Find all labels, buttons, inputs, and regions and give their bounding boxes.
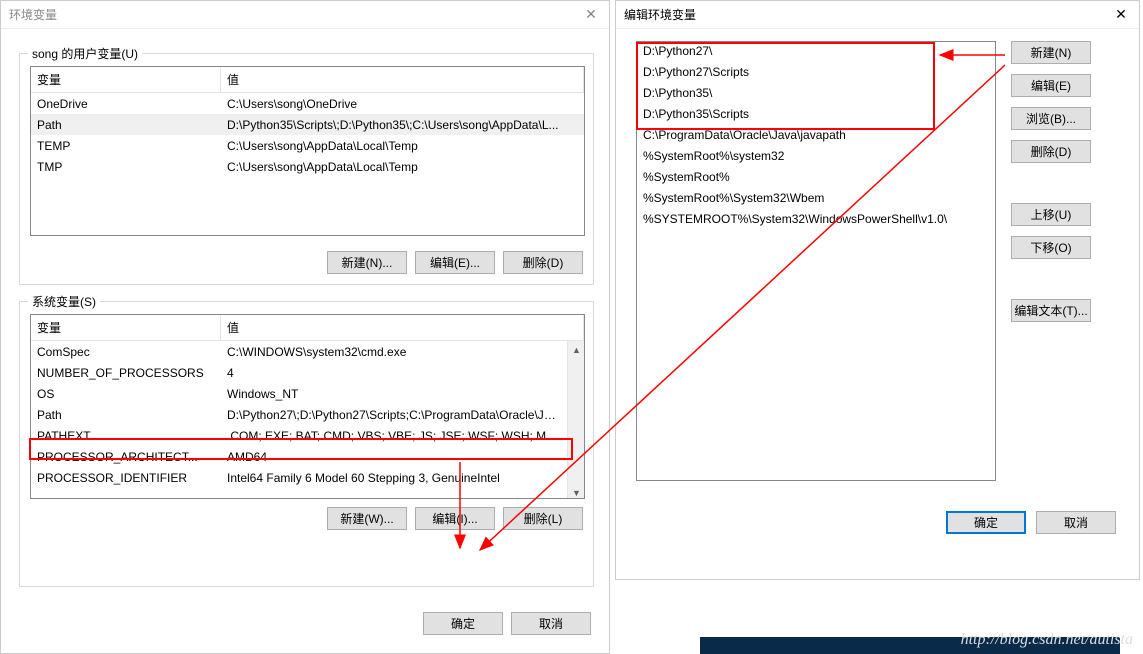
- user-vars-label: song 的用户变量(U): [28, 45, 142, 62]
- var-value: .COM;.EXE;.BAT;.CMD;.VBS;.VBE;.JS;.JSE;.…: [221, 429, 567, 443]
- var-name: Path: [31, 408, 221, 422]
- edit-text-button[interactable]: 编辑文本(T)...: [1011, 299, 1091, 322]
- var-value: Intel64 Family 6 Model 60 Stepping 3, Ge…: [221, 471, 567, 485]
- delete-button[interactable]: 删除(D): [1011, 140, 1091, 163]
- user-vars-table[interactable]: 变量 值 OneDriveC:\Users\song\OneDrivePathD…: [30, 66, 585, 236]
- var-value: Windows_NT: [221, 387, 567, 401]
- col-val[interactable]: 值: [221, 67, 584, 92]
- sys-vars-label: 系统变量(S): [28, 293, 100, 310]
- table-row[interactable]: PathD:\Python27\;D:\Python27\Scripts;C:\…: [31, 404, 567, 425]
- edit-env-var-dialog: 编辑环境变量 ✕ D:\Python27\D:\Python27\Scripts…: [615, 0, 1140, 580]
- var-value: C:\Users\song\AppData\Local\Temp: [221, 139, 584, 153]
- dialog-title: 编辑环境变量: [624, 6, 1111, 23]
- var-name: NUMBER_OF_PROCESSORS: [31, 366, 221, 380]
- watermark: http://blog.csdn.net/autista: [961, 631, 1133, 649]
- list-item[interactable]: %SystemRoot%\System32\Wbem: [637, 189, 995, 210]
- cancel-button[interactable]: 取消: [511, 612, 591, 635]
- table-row[interactable]: PROCESSOR_ARCHITECT...AMD64: [31, 446, 567, 467]
- browse-button[interactable]: 浏览(B)...: [1011, 107, 1091, 130]
- sys-edit-button[interactable]: 编辑(I)...: [415, 507, 495, 530]
- table-row[interactable]: PathD:\Python35\Scripts\;D:\Python35\;C:…: [31, 114, 584, 135]
- var-name: ComSpec: [31, 345, 221, 359]
- col-var[interactable]: 变量: [31, 67, 221, 92]
- new-button[interactable]: 新建(N): [1011, 41, 1091, 64]
- var-name: OneDrive: [31, 97, 221, 111]
- list-item[interactable]: D:\Python35\: [637, 84, 995, 105]
- dialog-title: 环境变量: [9, 6, 581, 23]
- ok-button[interactable]: 确定: [946, 511, 1026, 534]
- var-value: C:\Users\song\AppData\Local\Temp: [221, 160, 584, 174]
- var-name: TEMP: [31, 139, 221, 153]
- table-row[interactable]: OneDriveC:\Users\song\OneDrive: [31, 93, 584, 114]
- edit-button[interactable]: 编辑(E): [1011, 74, 1091, 97]
- user-delete-button[interactable]: 删除(D): [503, 251, 583, 274]
- table-row[interactable]: PATHEXT.COM;.EXE;.BAT;.CMD;.VBS;.VBE;.JS…: [31, 425, 567, 446]
- var-name: PROCESSOR_IDENTIFIER: [31, 471, 221, 485]
- scrollbar[interactable]: ▲ ▼: [567, 341, 584, 499]
- sys-delete-button[interactable]: 删除(L): [503, 507, 583, 530]
- var-value: D:\Python35\Scripts\;D:\Python35\;C:\Use…: [221, 118, 584, 132]
- path-list[interactable]: D:\Python27\D:\Python27\ScriptsD:\Python…: [636, 41, 996, 481]
- close-icon[interactable]: ✕: [581, 6, 601, 23]
- var-value: D:\Python27\;D:\Python27\Scripts;C:\Prog…: [221, 408, 567, 422]
- scroll-down-icon[interactable]: ▼: [568, 484, 585, 499]
- var-name: OS: [31, 387, 221, 401]
- ok-button[interactable]: 确定: [423, 612, 503, 635]
- list-item[interactable]: D:\Python35\Scripts: [637, 105, 995, 126]
- sys-new-button[interactable]: 新建(W)...: [327, 507, 407, 530]
- table-row[interactable]: TEMPC:\Users\song\AppData\Local\Temp: [31, 135, 584, 156]
- var-value: 4: [221, 366, 567, 380]
- var-name: Path: [31, 118, 221, 132]
- list-item[interactable]: D:\Python27\Scripts: [637, 63, 995, 84]
- user-edit-button[interactable]: 编辑(E)...: [415, 251, 495, 274]
- var-name: TMP: [31, 160, 221, 174]
- var-name: PATHEXT: [31, 429, 221, 443]
- var-value: AMD64: [221, 450, 567, 464]
- user-new-button[interactable]: 新建(N)...: [327, 251, 407, 274]
- sys-vars-table[interactable]: 变量 值 ComSpecC:\WINDOWS\system32\cmd.exeN…: [30, 314, 585, 499]
- col-val[interactable]: 值: [221, 315, 584, 340]
- col-var[interactable]: 变量: [31, 315, 221, 340]
- list-item[interactable]: %SYSTEMROOT%\System32\WindowsPowerShell\…: [637, 210, 995, 231]
- list-item[interactable]: C:\ProgramData\Oracle\Java\javapath: [637, 126, 995, 147]
- var-name: PROCESSOR_ARCHITECT...: [31, 450, 221, 464]
- user-vars-group: song 的用户变量(U) 变量 值 OneDriveC:\Users\song…: [19, 53, 594, 285]
- close-icon[interactable]: ✕: [1111, 6, 1131, 23]
- var-value: C:\Users\song\OneDrive: [221, 97, 584, 111]
- table-row[interactable]: TMPC:\Users\song\AppData\Local\Temp: [31, 156, 584, 177]
- table-row[interactable]: PROCESSOR_IDENTIFIERIntel64 Family 6 Mod…: [31, 467, 567, 488]
- cancel-button[interactable]: 取消: [1036, 511, 1116, 534]
- list-item[interactable]: D:\Python27\: [637, 42, 995, 63]
- list-item[interactable]: %SystemRoot%: [637, 168, 995, 189]
- scroll-up-icon[interactable]: ▲: [568, 341, 585, 358]
- table-header: 变量 值: [31, 315, 584, 341]
- list-item[interactable]: %SystemRoot%\system32: [637, 147, 995, 168]
- move-down-button[interactable]: 下移(O): [1011, 236, 1091, 259]
- env-vars-dialog: 环境变量 ✕ song 的用户变量(U) 变量 值 OneDriveC:\Use…: [0, 0, 610, 654]
- table-row[interactable]: NUMBER_OF_PROCESSORS4: [31, 362, 567, 383]
- titlebar: 编辑环境变量 ✕: [616, 1, 1139, 29]
- var-value: C:\WINDOWS\system32\cmd.exe: [221, 345, 567, 359]
- move-up-button[interactable]: 上移(U): [1011, 203, 1091, 226]
- table-row[interactable]: OSWindows_NT: [31, 383, 567, 404]
- table-row[interactable]: ComSpecC:\WINDOWS\system32\cmd.exe: [31, 341, 567, 362]
- titlebar: 环境变量 ✕: [1, 1, 609, 29]
- sys-vars-group: 系统变量(S) 变量 值 ComSpecC:\WINDOWS\system32\…: [19, 301, 594, 587]
- table-header: 变量 值: [31, 67, 584, 93]
